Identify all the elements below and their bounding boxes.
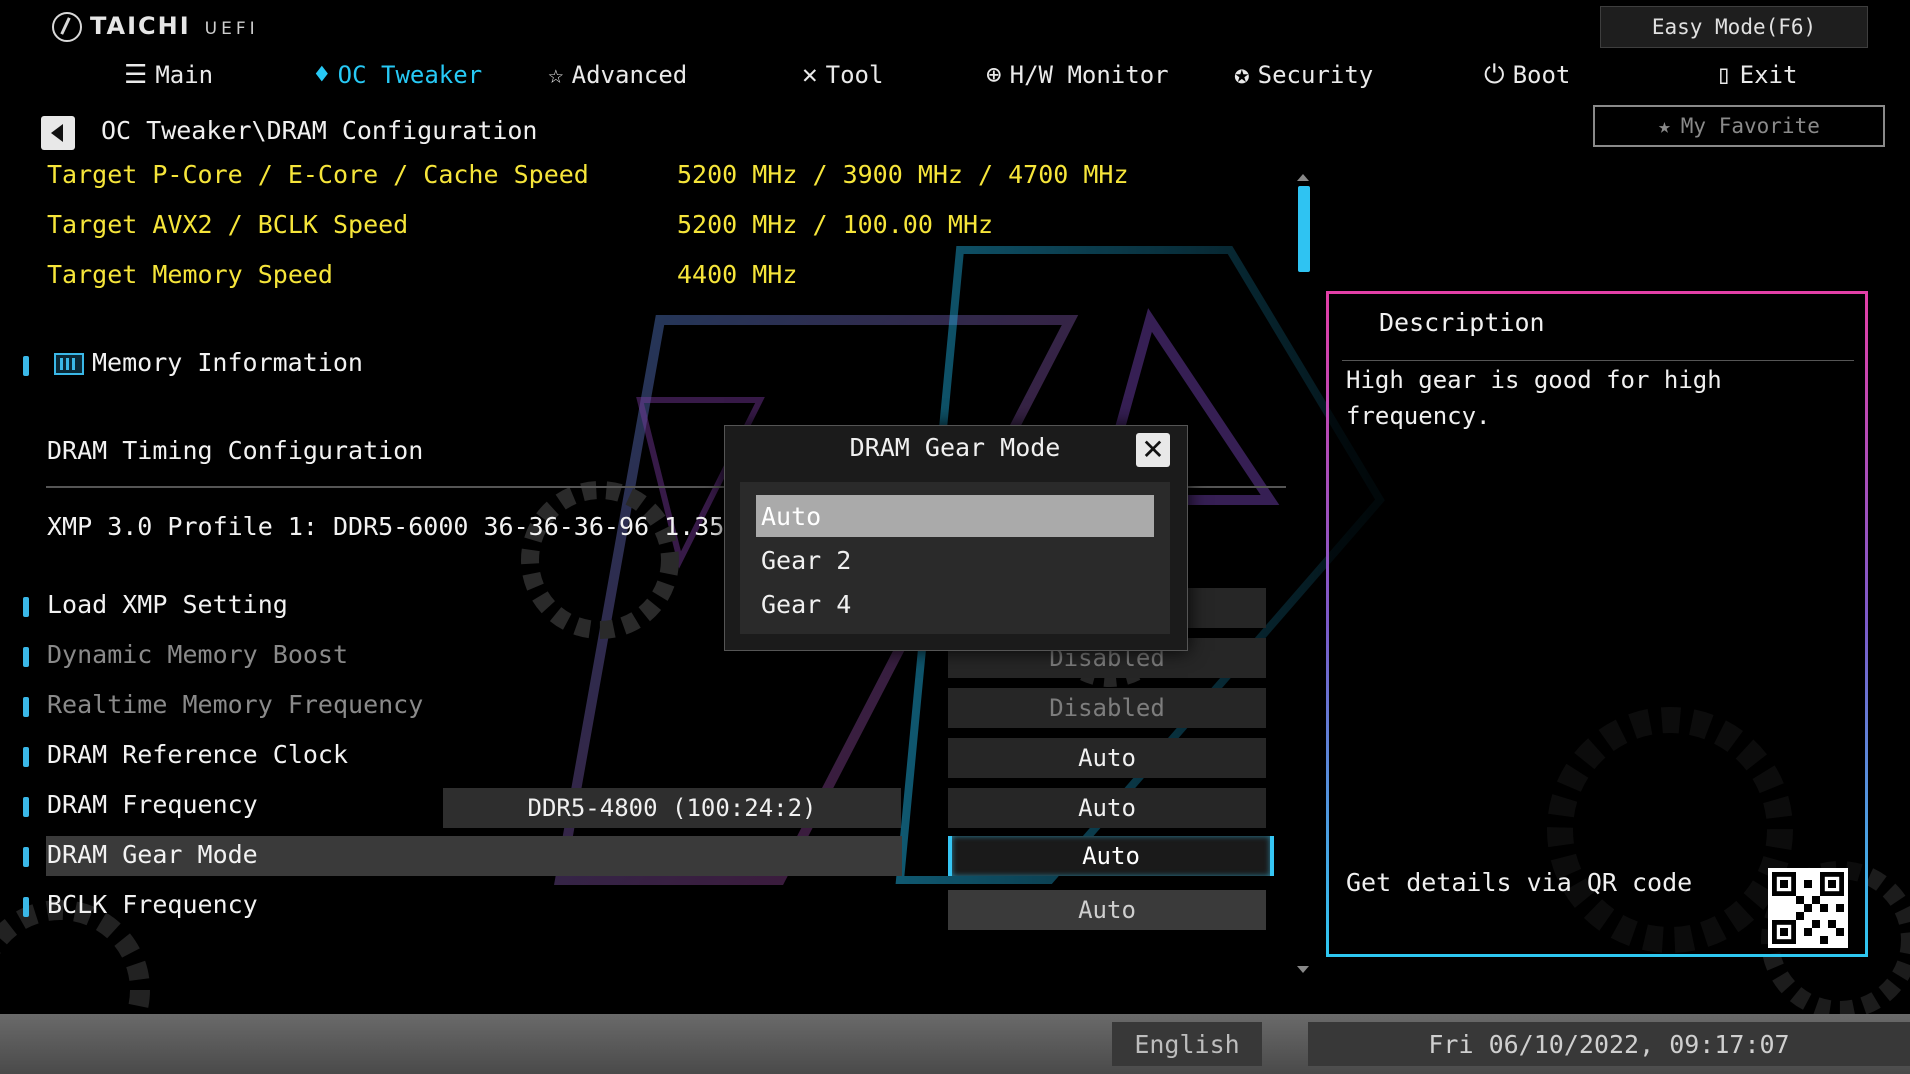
bclk-frequency-label[interactable]: BCLK Frequency bbox=[47, 890, 258, 919]
tool-icon: ✕ bbox=[802, 60, 818, 90]
brand-logo: TAICHI UEFI bbox=[52, 12, 259, 42]
tab-exit-label: Exit bbox=[1739, 61, 1798, 89]
realtime-memory-frequency-label[interactable]: Realtime Memory Frequency bbox=[47, 690, 423, 719]
description-text: High gear is good for high frequency. bbox=[1346, 366, 1722, 430]
dram-frequency-current: DDR5-4800 (100:24:2) bbox=[443, 788, 901, 828]
scroll-down-arrow-icon[interactable] bbox=[1297, 966, 1309, 973]
qr-code-label: Get details via QR code bbox=[1346, 868, 1693, 897]
row-marker bbox=[23, 897, 29, 917]
tab-oc-tweaker[interactable]: ♦ OC Tweaker bbox=[314, 56, 482, 94]
my-favorite-label: My Favorite bbox=[1680, 114, 1820, 138]
dram-frequency-value[interactable]: Auto bbox=[948, 788, 1266, 828]
scrollbar-thumb[interactable] bbox=[1298, 186, 1310, 272]
tab-security-label: Security bbox=[1257, 61, 1374, 89]
back-button[interactable] bbox=[41, 116, 75, 150]
description-title: Description bbox=[1379, 308, 1545, 337]
row-marker bbox=[23, 797, 29, 817]
scroll-up-arrow-icon[interactable] bbox=[1297, 174, 1309, 181]
taichi-logo-icon bbox=[52, 12, 82, 42]
datetime-display: Fri 06/10/2022, 09:17:07 bbox=[1308, 1022, 1910, 1066]
language-button[interactable]: English bbox=[1112, 1022, 1262, 1066]
popup-option-gear-4[interactable]: Gear 4 bbox=[756, 583, 1154, 625]
qr-code-icon bbox=[1772, 872, 1844, 944]
target-avx2-bclk-label: Target AVX2 / BCLK Speed bbox=[47, 210, 409, 239]
xmp-profile-text: XMP 3.0 Profile 1: DDR5-6000 36-36-36-96… bbox=[47, 512, 815, 541]
dram-timing-configuration-label: DRAM Timing Configuration bbox=[47, 436, 424, 465]
dram-reference-clock-label[interactable]: DRAM Reference Clock bbox=[47, 740, 348, 769]
memory-information-label: Memory Information bbox=[92, 348, 363, 377]
target-cpu-speed-label: Target P-Core / E-Core / Cache Speed bbox=[47, 160, 589, 189]
popup-title: DRAM Gear Mode bbox=[849, 433, 1061, 462]
shield-icon: ✪ bbox=[1234, 60, 1250, 90]
list-icon: ☰ bbox=[124, 60, 148, 90]
target-avx2-bclk-value: 5200 MHz / 100.00 MHz bbox=[677, 210, 994, 239]
tab-tool[interactable]: ✕ Tool bbox=[802, 56, 883, 94]
row-marker bbox=[23, 647, 29, 667]
memory-module-icon bbox=[54, 353, 84, 375]
load-xmp-setting-label[interactable]: Load XMP Setting bbox=[47, 590, 288, 619]
tab-advanced[interactable]: ☆ Advanced bbox=[548, 56, 687, 94]
bclk-frequency-value[interactable]: Auto bbox=[948, 890, 1266, 930]
dram-gear-mode-label[interactable]: DRAM Gear Mode bbox=[47, 840, 258, 869]
star-icon: ☆ bbox=[548, 60, 564, 90]
tab-security[interactable]: ✪ Security bbox=[1234, 56, 1373, 94]
brand-suffix: UEFI bbox=[204, 19, 259, 39]
monitor-icon: ⊕ bbox=[986, 60, 1002, 90]
tab-advanced-label: Advanced bbox=[571, 61, 688, 89]
dynamic-memory-boost-label[interactable]: Dynamic Memory Boost bbox=[47, 640, 348, 669]
rocket-icon: ♦ bbox=[314, 60, 330, 90]
row-marker bbox=[23, 597, 29, 617]
power-icon: ⏻ bbox=[1484, 59, 1505, 90]
target-cpu-speed-value: 5200 MHz / 3900 MHz / 4700 MHz bbox=[677, 160, 1129, 189]
tab-oc-tweaker-label: OC Tweaker bbox=[337, 61, 483, 89]
tab-hw-monitor[interactable]: ⊕ H/W Monitor bbox=[986, 56, 1169, 94]
back-arrow-icon bbox=[50, 124, 63, 142]
tab-tool-label: Tool bbox=[825, 61, 884, 89]
tab-boot-label: Boot bbox=[1512, 61, 1571, 89]
my-favorite-button[interactable]: ★ My Favorite bbox=[1593, 105, 1885, 147]
target-memory-speed-value: 4400 MHz bbox=[677, 260, 798, 289]
exit-icon: ▯ bbox=[1716, 60, 1732, 90]
description-divider bbox=[1342, 360, 1854, 361]
easy-mode-button[interactable]: Easy Mode(F6) bbox=[1600, 6, 1868, 48]
popup-option-auto[interactable]: Auto bbox=[756, 495, 1154, 537]
qr-code bbox=[1768, 868, 1848, 948]
tab-exit[interactable]: ▯ Exit bbox=[1716, 56, 1797, 94]
breadcrumb: OC Tweaker\DRAM Configuration bbox=[101, 116, 538, 145]
row-marker bbox=[23, 847, 29, 867]
tab-boot[interactable]: ⏻ Boot bbox=[1484, 56, 1570, 94]
tab-main-label: Main bbox=[155, 61, 214, 89]
row-marker bbox=[23, 697, 29, 717]
tab-hw-monitor-label: H/W Monitor bbox=[1009, 61, 1169, 89]
target-memory-speed-label: Target Memory Speed bbox=[47, 260, 333, 289]
dram-frequency-label[interactable]: DRAM Frequency bbox=[47, 790, 258, 819]
realtime-memory-frequency-value[interactable]: Disabled bbox=[948, 688, 1266, 728]
close-icon: ✕ bbox=[1141, 433, 1165, 466]
scrollbar[interactable] bbox=[1296, 170, 1310, 978]
popup-close-button[interactable]: ✕ bbox=[1136, 433, 1170, 467]
brand-name: TAICHI bbox=[90, 12, 191, 40]
row-marker bbox=[23, 747, 29, 767]
star-icon: ★ bbox=[1658, 114, 1671, 138]
popup-option-gear-2[interactable]: Gear 2 bbox=[756, 539, 1154, 581]
dram-gear-mode-value[interactable]: Auto bbox=[948, 836, 1274, 876]
dram-reference-clock-value[interactable]: Auto bbox=[948, 738, 1266, 778]
tab-main[interactable]: ☰ Main bbox=[124, 56, 213, 94]
memory-information-item[interactable]: Memory Information bbox=[54, 348, 363, 377]
row-marker bbox=[23, 356, 29, 376]
